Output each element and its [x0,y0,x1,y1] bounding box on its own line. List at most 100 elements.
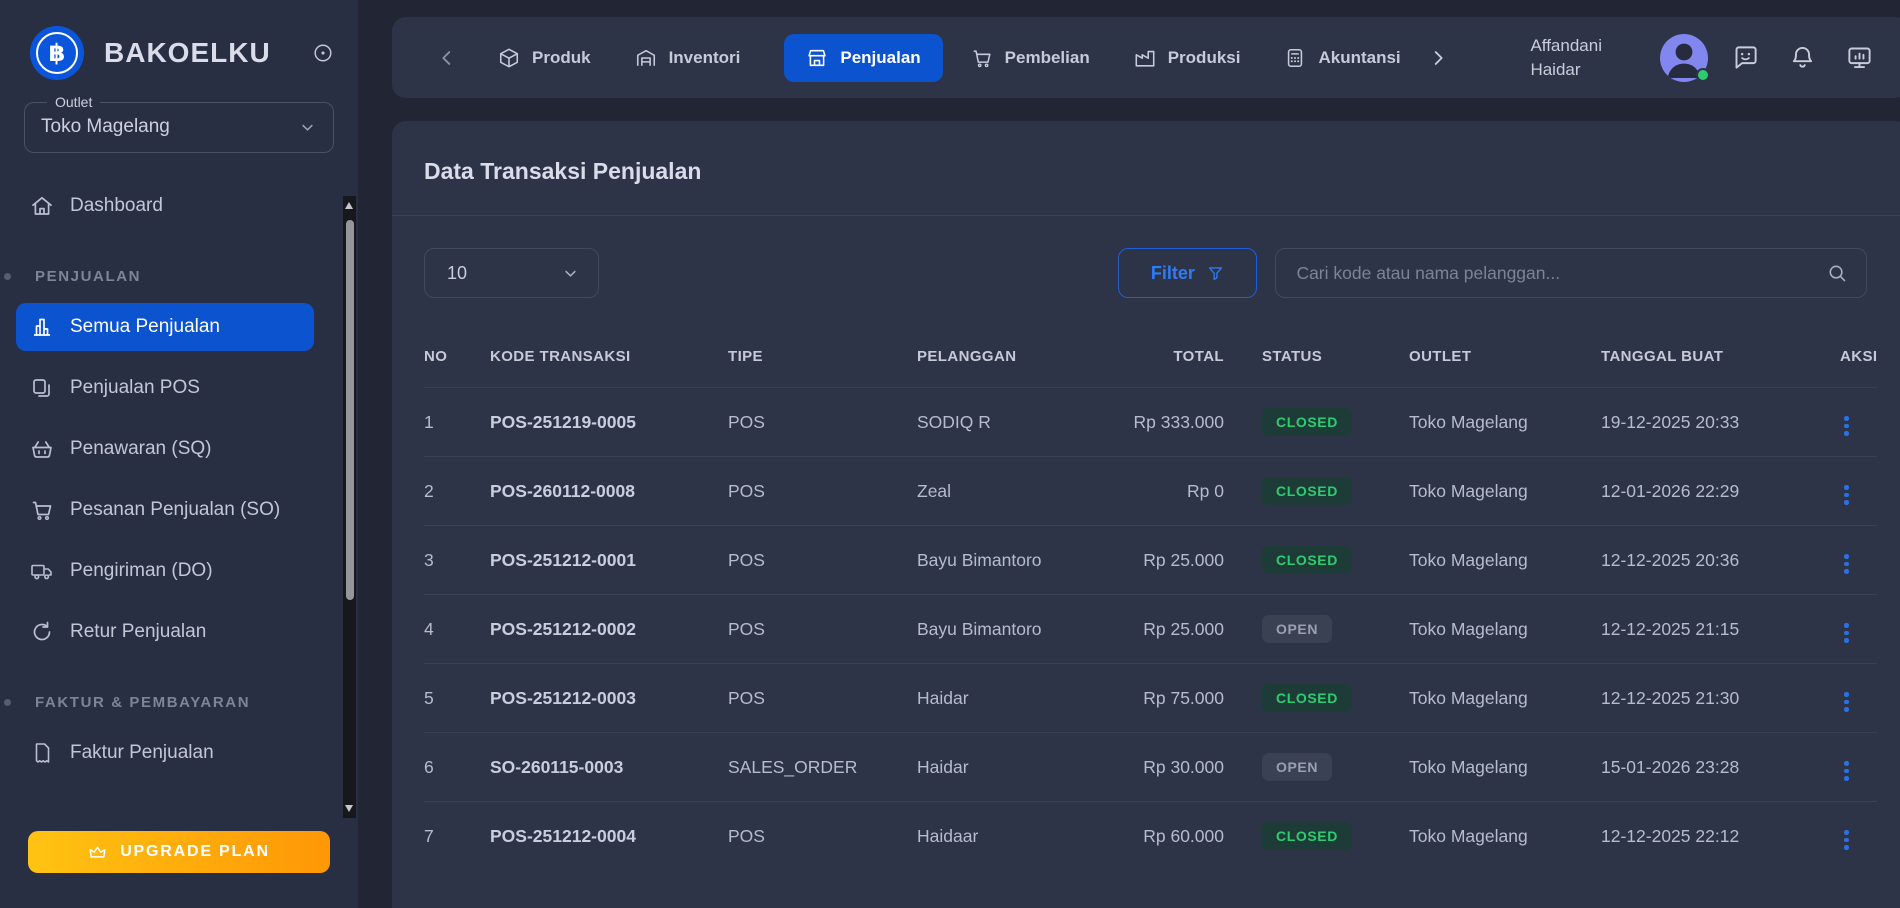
tab-inventori[interactable]: Inventori [635,47,741,69]
cell-aksi [1829,612,1877,647]
row-actions-menu-icon[interactable] [1840,826,1853,854]
sidebar-item-label: Penawaran (SQ) [70,438,212,460]
cell-kode: POS-251212-0002 [490,619,728,640]
tab-produksi[interactable]: Produksi [1134,47,1241,69]
search-input[interactable] [1296,263,1826,284]
store-icon [806,47,828,69]
col-header-status: STATUS [1224,348,1409,365]
page-size-select[interactable]: 10 [424,248,599,298]
status-badge: OPEN [1262,753,1332,781]
cell-tipe: POS [728,688,917,709]
cell-tipe: POS [728,550,917,571]
scrollbar-down-arrow[interactable] [345,805,353,812]
col-header-outlet: OUTLET [1409,348,1601,365]
topbar-icons [1732,44,1873,71]
row-actions-menu-icon[interactable] [1840,481,1853,509]
cell-tipe: SALES_ORDER [728,757,917,778]
chevron-down-icon [298,118,317,137]
row-actions-menu-icon[interactable] [1840,757,1853,785]
tab-label: Akuntansi [1318,48,1400,68]
online-status-dot [1696,68,1710,82]
sidebar-section-penjualan: PENJUALAN [35,268,314,285]
tab-penjualan[interactable]: Penjualan [784,34,942,82]
cell-no: 3 [424,550,490,571]
filter-button[interactable]: Filter [1118,248,1257,298]
cell-aksi [1829,405,1877,440]
cell-kode: SO-260115-0003 [490,757,728,778]
search-icon[interactable] [1826,262,1848,284]
col-header-total: TOTAL [1097,348,1224,365]
cell-no: 4 [424,619,490,640]
cell-status: OPEN [1224,615,1409,643]
chevron-right-icon [1427,47,1449,69]
sidebar-item-penjualan-pos[interactable]: Penjualan POS [16,364,314,412]
cell-total: Rp 25.000 [1097,550,1224,571]
nav-forward-button[interactable] [1427,47,1449,69]
tab-akuntansi[interactable]: Akuntansi [1284,47,1400,69]
search-box [1275,248,1867,298]
tab-label: Pembelian [1005,48,1090,68]
brand: ฿ BAKOELKU [0,0,358,80]
col-header-aksi: AKSI [1829,348,1877,365]
cell-no: 7 [424,826,490,847]
return-icon [30,620,54,644]
scrollbar-up-arrow[interactable] [345,202,353,209]
tab-produk[interactable]: Produk [498,47,591,69]
cell-status: CLOSED [1224,408,1409,436]
sidebar-item-retur-penjualan[interactable]: Retur Penjualan [16,608,314,656]
cell-kode: POS-251219-0005 [490,412,728,433]
scrollbar-thumb[interactable] [346,220,354,600]
monitor-icon[interactable] [1846,44,1873,71]
table-row: 5 POS-251212-0003 POS Haidar Rp 75.000 C… [424,663,1877,732]
sidebar-item-pengiriman[interactable]: Pengiriman (DO) [16,547,314,595]
status-badge: CLOSED [1262,822,1352,850]
chevron-down-icon [561,264,580,283]
cell-aksi [1829,681,1877,716]
sidebar-item-pesanan-penjualan[interactable]: Pesanan Penjualan (SO) [16,486,314,534]
sidebar-item-label: Faktur Penjualan [70,742,214,764]
cell-total: Rp 333.000 [1097,412,1224,433]
cell-total: Rp 25.000 [1097,619,1224,640]
cube-icon [498,47,520,69]
cell-total: Rp 30.000 [1097,757,1224,778]
chat-icon[interactable] [1732,44,1759,71]
row-actions-menu-icon[interactable] [1840,619,1853,647]
sidebar-item-label: Pesanan Penjualan (SO) [70,499,280,521]
topbar: Produk Inventori Penjualan Pembelian Pro… [392,17,1900,98]
cell-outlet: Toko Magelang [1409,688,1601,709]
bell-icon[interactable] [1789,44,1816,71]
sidebar-scrollbar[interactable] [343,196,356,818]
row-actions-menu-icon[interactable] [1840,688,1853,716]
col-header-kode: KODE TRANSAKSI [490,348,728,365]
cell-total: Rp 75.000 [1097,688,1224,709]
sidebar-item-penawaran[interactable]: Penawaran (SQ) [16,425,314,473]
upgrade-plan-button[interactable]: UPGRADE PLAN [28,831,330,873]
status-badge: OPEN [1262,615,1332,643]
sidebar-item-faktur-penjualan[interactable]: Faktur Penjualan [16,729,314,777]
invoice-icon [30,741,54,765]
sidebar-collapse-button[interactable] [312,42,334,64]
col-header-tipe: TIPE [728,348,917,365]
table-row: 4 POS-251212-0002 POS Bayu Bimantoro Rp … [424,594,1877,663]
sidebar-item-dashboard[interactable]: Dashboard [16,182,314,230]
row-actions-menu-icon[interactable] [1840,412,1853,440]
cell-total: Rp 60.000 [1097,826,1224,847]
cell-pelanggan: Bayu Bimantoro [917,619,1097,640]
status-badge: CLOSED [1262,684,1352,712]
sidebar-section-faktur: FAKTUR & PEMBAYARAN [35,694,314,711]
table-row: 3 POS-251212-0001 POS Bayu Bimantoro Rp … [424,525,1877,594]
factory-icon [1134,47,1156,69]
cell-tipe: POS [728,481,917,502]
tab-label: Inventori [669,48,741,68]
outlet-select[interactable]: Outlet Toko Magelang [24,102,334,153]
target-icon [312,42,334,64]
sidebar-item-semua-penjualan[interactable]: Semua Penjualan [16,303,314,351]
tab-pembelian[interactable]: Pembelian [971,47,1090,69]
cell-tanggal: 12-01-2026 22:29 [1601,481,1829,502]
row-actions-menu-icon[interactable] [1840,550,1853,578]
bakoelku-logo-icon: ฿ [30,26,84,80]
nav-back-button[interactable] [436,47,458,69]
avatar[interactable] [1660,34,1708,82]
cell-tanggal: 15-01-2026 23:28 [1601,757,1829,778]
cart-icon [971,47,993,69]
